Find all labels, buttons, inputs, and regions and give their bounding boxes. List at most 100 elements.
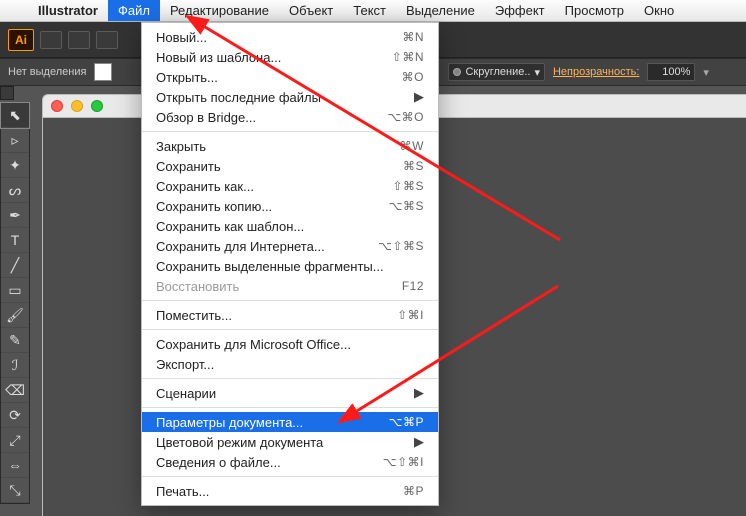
menu-item-shortcut: F12 [402, 279, 424, 293]
file-menu-dropdown: Новый...⌘N Новый из шаблона... ⇧⌘N Открыть.… [141, 22, 439, 506]
zoom-window-icon[interactable] [91, 100, 103, 112]
submenu-arrow-icon: ▶ [414, 434, 424, 450]
menu-редактирование[interactable]: Редактирование [160, 0, 279, 21]
menu-item[interactable]: Поместить...⇧⌘I [142, 305, 438, 325]
direct-selection-tool[interactable]: ▹ [1, 128, 29, 153]
line-tool[interactable]: ╱ [1, 253, 29, 278]
menu-item-label: Экспорт... [156, 357, 214, 372]
menu-item[interactable]: Сохранить как... ⇧⌘S [142, 176, 438, 196]
menu-item[interactable]: Закрыть ⌘W [142, 136, 438, 156]
menu-item[interactable]: Обзор в Bridge... ⌥⌘O [142, 107, 438, 127]
pen-tool[interactable]: ✒ [1, 203, 29, 228]
menu-item[interactable]: Цветовой режим документа ▶ [142, 432, 438, 452]
menu-item-label: Сохранить как... [156, 179, 254, 194]
minimize-window-icon[interactable] [71, 100, 83, 112]
opacity-label[interactable]: Непрозрачность: [553, 66, 639, 78]
menu-эффект[interactable]: Эффект [485, 0, 555, 21]
rectangle-tool[interactable]: ▭ [1, 278, 29, 303]
menu-окно[interactable]: Окно [634, 0, 684, 21]
fill-swatch[interactable] [94, 63, 112, 81]
rotate-tool[interactable]: ⟳ [1, 403, 29, 428]
cap-style-label: Скругление.. [465, 66, 530, 78]
menu-item-label: Сохранить выделенные фрагменты... [156, 259, 384, 274]
menu-item-label: Сохранить для Интернета... [156, 239, 325, 254]
workspace-switch-1[interactable] [40, 31, 62, 49]
menu-item[interactable]: Экспорт... [142, 354, 438, 374]
menu-separator [142, 300, 438, 301]
menu-item-label: Сведения о файле... [156, 455, 281, 470]
app-name[interactable]: Illustrator [28, 3, 108, 18]
menu-item-shortcut: ⌘W [400, 139, 424, 153]
menu-текст[interactable]: Текст [343, 0, 396, 21]
menu-item[interactable]: Сохранить для Интернета... ⌥⇧⌘S [142, 236, 438, 256]
submenu-arrow-icon: ▶ [414, 89, 424, 105]
menu-item-label: Сценарии [156, 386, 216, 401]
menu-item-shortcut: ⌘O [402, 70, 424, 84]
chevron-down-icon: ▾ [534, 66, 540, 79]
menu-item-label: Новый... [156, 30, 207, 45]
submenu-arrow-icon: ▶ [414, 385, 424, 401]
menu-item[interactable]: Сохранить как шаблон... [142, 216, 438, 236]
menu-item[interactable]: Сохранить для Microsoft Office... [142, 334, 438, 354]
paintbrush-tool[interactable]: 🖌 [1, 303, 29, 328]
menu-просмотр[interactable]: Просмотр [555, 0, 634, 21]
menu-item-shortcut: ⌥⇧⌘I [383, 455, 424, 469]
menu-item[interactable]: Новый...⌘N [142, 27, 438, 47]
opacity-value-field[interactable]: 100% [647, 63, 695, 81]
free-transform-tool[interactable]: ⤡ [1, 478, 29, 503]
menu-item-shortcut: ⇧⌘I [397, 308, 424, 322]
workspace-switch-3[interactable] [96, 31, 118, 49]
cap-style-dropdown[interactable]: Скругление.. ▾ [448, 63, 545, 81]
menu-item-shortcut: ⌥⌘P [389, 415, 424, 429]
workspace-switch-2[interactable] [68, 31, 90, 49]
selection-tool[interactable]: ⬉ [1, 103, 29, 128]
menu-item[interactable]: Параметры документа... ⌥⌘P [142, 412, 438, 432]
menu-item-label: Закрыть [156, 139, 206, 154]
selection-status: Нет выделения [8, 66, 86, 78]
menu-item[interactable]: Сведения о файле... ⌥⇧⌘I [142, 452, 438, 472]
menu-separator [142, 329, 438, 330]
menu-item-shortcut: ⇧⌘S [392, 179, 424, 193]
menu-item[interactable]: Сценарии ▶ [142, 383, 438, 403]
menu-item: Восстановить F12 [142, 276, 438, 296]
menu-item-label: Новый из шаблона... [156, 50, 281, 65]
menu-item[interactable]: Сохранить ⌘S [142, 156, 438, 176]
menu-item-shortcut: ⌥⇧⌘S [378, 239, 424, 253]
menu-выделение[interactable]: Выделение [396, 0, 485, 21]
menu-item-shortcut: ⌘S [403, 159, 424, 173]
menu-item-shortcut: ⌥⌘S [389, 199, 424, 213]
menu-separator [142, 476, 438, 477]
menu-separator [142, 407, 438, 408]
magic-wand-tool[interactable]: ✦ [1, 153, 29, 178]
menu-item-label: Восстановить [156, 279, 239, 294]
width-tool[interactable]: ⇔ [1, 453, 29, 478]
menu-item-label: Цветовой режим документа [156, 435, 323, 450]
menu-item-label: Сохранить [156, 159, 221, 174]
type-tool[interactable]: T [1, 228, 29, 253]
blob-brush-tool[interactable]: ℐ [1, 353, 29, 378]
menu-item-label: Открыть... [156, 70, 218, 85]
menu-item[interactable]: Сохранить выделенные фрагменты... [142, 256, 438, 276]
menu-файл[interactable]: Файл [108, 0, 160, 21]
menu-item-shortcut: ⇧⌘N [392, 50, 424, 64]
chevron-down-icon[interactable]: ▾ [703, 66, 709, 79]
menu-separator [142, 378, 438, 379]
close-window-icon[interactable] [51, 100, 63, 112]
menu-item-shortcut: ⌥⌘O [387, 110, 424, 124]
menu-объект[interactable]: Объект [279, 0, 343, 21]
menu-item-label: Сохранить для Microsoft Office... [156, 337, 351, 352]
menu-item[interactable]: Сохранить копию... ⌥⌘S [142, 196, 438, 216]
lasso-tool[interactable]: ᔕ [1, 178, 29, 203]
menu-item-label: Параметры документа... [156, 415, 303, 430]
menu-item[interactable]: Открыть последние файлы▶ [142, 87, 438, 107]
menu-item[interactable]: Новый из шаблона... ⇧⌘N [142, 47, 438, 67]
menu-item[interactable]: Печать...⌘P [142, 481, 438, 501]
menu-item-label: Обзор в Bridge... [156, 110, 256, 125]
menu-item[interactable]: Открыть... ⌘O [142, 67, 438, 87]
pencil-tool[interactable]: ✎ [1, 328, 29, 353]
dot-icon [453, 68, 461, 76]
scale-tool[interactable]: ⤢ [1, 428, 29, 453]
eraser-tool[interactable]: ⌫ [1, 378, 29, 403]
panel-collapse-tab[interactable] [0, 86, 14, 100]
menu-item-label: Сохранить копию... [156, 199, 272, 214]
